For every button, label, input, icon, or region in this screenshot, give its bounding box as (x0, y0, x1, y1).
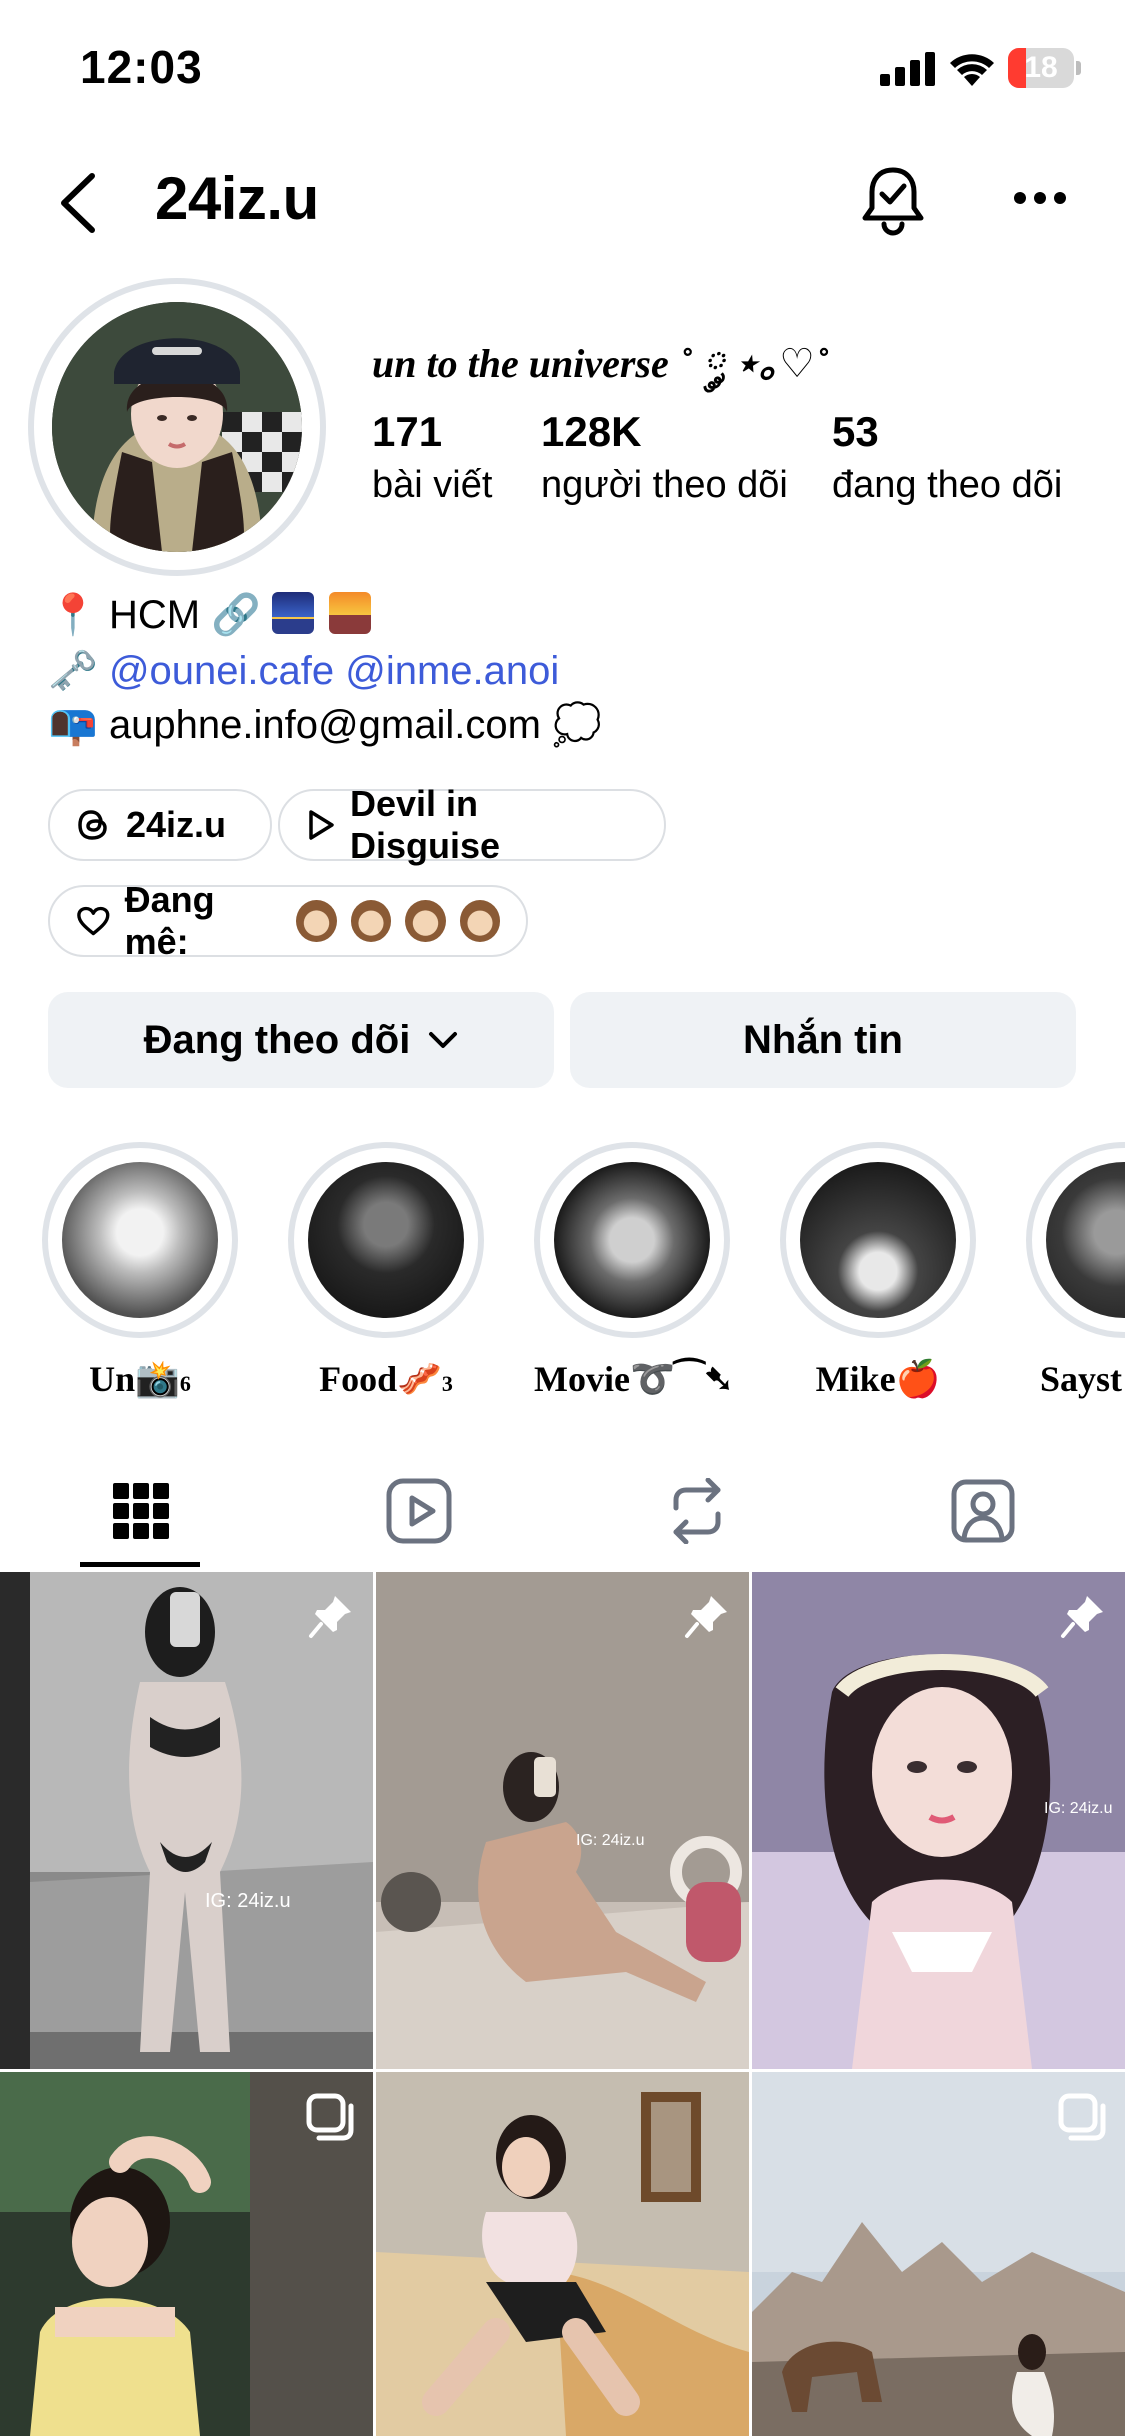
bio-email-line: 📭 auphne.info@gmail.com 💭 (48, 700, 602, 750)
page-title: 24iz.u (155, 165, 319, 232)
stat-followers[interactable]: 128K người theo dõi (541, 408, 788, 507)
mailbox-icon: 📭 (48, 703, 98, 747)
grid-post[interactable]: IG: 24iz.u (752, 1572, 1125, 2069)
monkey-emoji-1 (296, 900, 337, 942)
tab-reels[interactable] (278, 1448, 559, 1574)
key-icon: 🗝️ (48, 649, 98, 693)
location-pin-icon: 📍 (48, 593, 98, 637)
watermark: IG: 24iz.u (205, 1890, 291, 1912)
bio-links[interactable]: @ounei.cafe @inme.anoi (109, 649, 559, 693)
highlight-cover (308, 1162, 464, 1318)
highlight-label: Food🥓3 (319, 1359, 453, 1399)
crush-chip[interactable]: Đang mê: (48, 879, 528, 962)
avatar[interactable] (28, 278, 326, 576)
stat-posts[interactable]: 171 bài viết (372, 408, 492, 507)
status-bar: 12:03 18 (0, 0, 1125, 140)
play-icon (309, 810, 334, 840)
grid-icon (112, 1483, 169, 1539)
grid-post[interactable] (0, 2072, 373, 2436)
tab-posts[interactable] (0, 1448, 281, 1574)
back-arrow-icon[interactable] (58, 172, 98, 234)
threads-icon (78, 810, 107, 840)
highlight-cover (1046, 1162, 1125, 1318)
bio-location-line: 📍 HCM 🔗 (48, 590, 375, 640)
message-label: Nhắn tin (743, 1017, 903, 1062)
stat-following-label: đang theo dõi (832, 464, 1063, 506)
stat-posts-count: 171 (372, 408, 443, 455)
following-label: Đang theo dõi (143, 1017, 411, 1062)
threads-handle: 24iz.u (126, 804, 227, 845)
highlight-ring (288, 1142, 484, 1338)
watermark: IG: 24iz.u (1044, 1800, 1113, 1817)
tab-reposts[interactable] (556, 1448, 837, 1574)
threads-chip[interactable]: 24iz.u (48, 789, 272, 861)
avatar-image (52, 302, 302, 552)
highlight-cover (554, 1162, 710, 1318)
highlight-label: Un📸6 (89, 1359, 191, 1399)
thought-bubble-icon: 💭 (552, 703, 602, 747)
tab-tagged[interactable] (842, 1448, 1123, 1574)
highlight-item[interactable]: Movie➰⁀➷ (534, 1142, 734, 1400)
repost-icon (673, 1478, 720, 1544)
monkey-emoji-3 (405, 900, 446, 942)
highlight-item[interactable]: Food🥓3 (288, 1142, 484, 1400)
chevron-down-icon (429, 1032, 458, 1048)
active-tab-indicator (80, 1562, 200, 1567)
music-title: Devil in Disguise (349, 783, 501, 866)
highlight-ring (780, 1142, 976, 1338)
tagged-icon (951, 1479, 1014, 1543)
music-chip[interactable]: Devil in Disguise (278, 783, 666, 866)
profile-tabs (0, 1448, 1125, 1574)
signal-icon (880, 52, 935, 86)
highlight-label: Mike🍎 (815, 1359, 941, 1399)
heart-icon (77, 906, 110, 936)
stat-followers-label: người theo dõi (541, 464, 788, 506)
crush-label: Đang mê: (124, 879, 215, 962)
highlight-ring (42, 1142, 238, 1338)
message-button[interactable]: Nhắn tin (570, 992, 1076, 1088)
pin-icon (1061, 1596, 1103, 1638)
stat-posts-label: bài viết (372, 464, 493, 506)
more-options-icon[interactable] (1012, 190, 1068, 206)
sunset-city-icon (329, 592, 372, 634)
night-city-icon (272, 592, 315, 634)
pin-icon (685, 1596, 727, 1638)
battery-level: 18 (1024, 51, 1058, 84)
highlight-item[interactable]: Sayst (1026, 1142, 1125, 1400)
battery-icon: 18 (1008, 48, 1081, 88)
carousel-icon (306, 2093, 354, 2141)
stat-following-count: 53 (832, 408, 879, 455)
reels-icon (386, 1478, 451, 1544)
carousel-icon (1058, 2093, 1106, 2141)
highlight-label: Sayst (1040, 1359, 1123, 1399)
highlight-item[interactable]: Un📸6 (42, 1142, 238, 1400)
grid-post[interactable] (752, 2072, 1125, 2436)
link-icon: 🔗 (211, 593, 261, 637)
grid-post[interactable]: IG: 24iz.u (376, 1572, 749, 2069)
status-time: 12:03 (80, 41, 203, 93)
grid-post[interactable] (376, 2072, 749, 2436)
notification-bell-icon[interactable] (860, 164, 926, 236)
highlight-cover (62, 1162, 218, 1318)
profile-header: 24iz.u (0, 150, 1125, 250)
monkey-emoji-4 (459, 900, 501, 942)
highlight-item[interactable]: Mike🍎 (780, 1142, 976, 1400)
bio-location: HCM (108, 593, 201, 637)
highlight-ring (1026, 1142, 1125, 1338)
highlight-cover (800, 1162, 956, 1318)
grid-post[interactable]: IG: 24iz.u (0, 1572, 373, 2069)
stat-followers-count: 128K (541, 408, 642, 455)
wifi-icon (950, 54, 994, 86)
pin-icon (309, 1596, 351, 1638)
watermark: IG: 24iz.u (576, 1832, 645, 1849)
following-button[interactable]: Đang theo dõi (48, 992, 554, 1088)
bio-links-line: 🗝️ @ounei.cafe @inme.anoi (48, 646, 559, 696)
bio-email[interactable]: auphne.info@gmail.com (109, 703, 541, 747)
stat-following[interactable]: 53 đang theo dõi (832, 408, 1062, 507)
highlight-ring (534, 1142, 730, 1338)
monkey-emoji-2 (350, 900, 392, 942)
highlight-label: Movie➰⁀➷ (534, 1359, 734, 1399)
